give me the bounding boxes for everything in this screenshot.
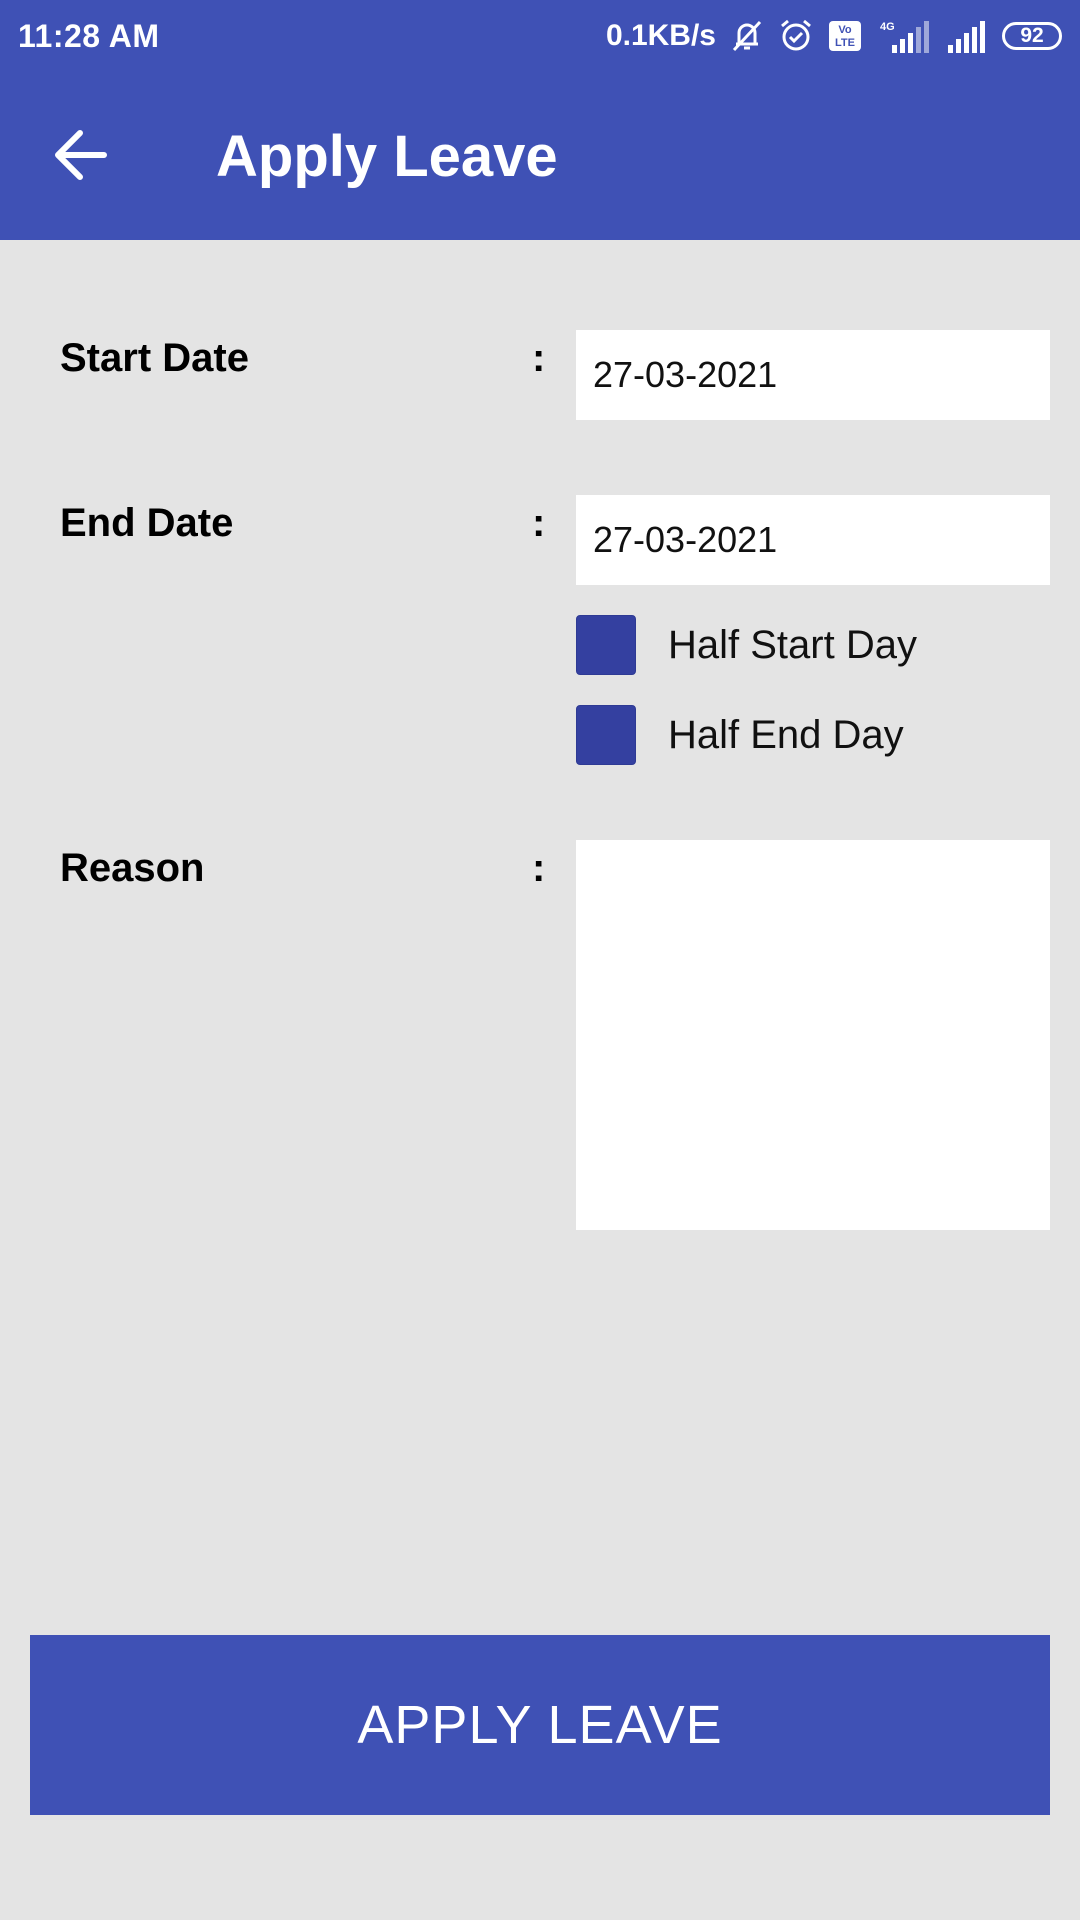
svg-text:LTE: LTE bbox=[835, 37, 855, 49]
reason-colon: : bbox=[532, 846, 546, 890]
bell-off-icon bbox=[730, 18, 764, 54]
apply-leave-button[interactable]: APPLY LEAVE bbox=[30, 1635, 1050, 1815]
svg-text:Vo: Vo bbox=[838, 24, 852, 36]
half-end-day-checkbox[interactable] bbox=[576, 705, 636, 765]
app-header: 11:28 AM 0.1KB/s Vo LTE 4G 92 Apply Leav… bbox=[0, 0, 1080, 240]
half-start-day-checkbox[interactable] bbox=[576, 615, 636, 675]
page-title: Apply Leave bbox=[216, 124, 558, 189]
net-speed: 0.1KB/s bbox=[605, 19, 716, 52]
half-end-day-option[interactable]: Half End Day bbox=[576, 704, 904, 766]
signal-4g-icon: 4G bbox=[876, 19, 932, 53]
signal-icon bbox=[946, 19, 988, 53]
status-time: 11:28 AM bbox=[18, 18, 160, 54]
half-start-day-label: Half Start Day bbox=[668, 622, 917, 667]
status-icons: 0.1KB/s Vo LTE 4G 92 bbox=[606, 16, 1062, 56]
end-date-field[interactable] bbox=[576, 495, 1050, 585]
arrow-left-icon bbox=[55, 130, 107, 180]
half-start-day-option[interactable]: Half Start Day bbox=[576, 614, 917, 676]
volte-icon: Vo LTE bbox=[828, 20, 862, 52]
reason-label: Reason bbox=[60, 846, 205, 890]
start-date-field[interactable] bbox=[576, 330, 1050, 420]
reason-input[interactable] bbox=[576, 840, 1050, 1230]
alarm-icon bbox=[778, 18, 814, 54]
start-date-colon: : bbox=[532, 336, 546, 380]
end-date-label: End Date bbox=[60, 501, 234, 545]
start-date-label: Start Date bbox=[60, 336, 249, 380]
battery-icon: 92 bbox=[1002, 22, 1062, 50]
back-button[interactable] bbox=[50, 125, 114, 185]
end-date-colon: : bbox=[532, 501, 546, 545]
half-end-day-label: Half End Day bbox=[668, 712, 904, 757]
svg-text:4G: 4G bbox=[880, 21, 895, 33]
